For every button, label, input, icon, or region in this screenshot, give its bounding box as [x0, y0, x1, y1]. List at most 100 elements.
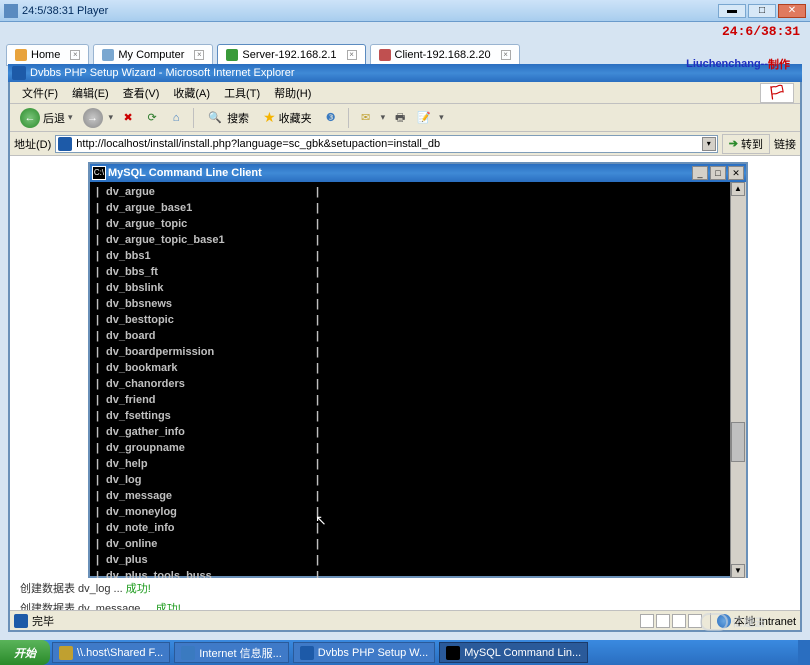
player-titlebar: 24:5/38:31 Player ▬ □ ✕: [0, 0, 810, 22]
menu-favorites[interactable]: 收藏(A): [167, 83, 216, 103]
home-button[interactable]: ⌂: [167, 109, 185, 127]
address-dropdown-icon[interactable]: ▾: [702, 137, 716, 151]
cmd-row: |dv_gather_info|: [96, 424, 724, 440]
mail-button[interactable]: ✉: [357, 109, 375, 127]
cmd-scrollbar[interactable]: ▲ ▼: [730, 182, 746, 578]
status-indicators: [640, 614, 702, 628]
ie-task-icon: [300, 646, 314, 660]
ie-statusbar: 完毕 本地 Intranet: [10, 610, 800, 630]
tab-label: My Computer: [118, 49, 184, 61]
menu-view[interactable]: 查看(V): [117, 83, 166, 103]
status-indicator-icon: [672, 614, 686, 628]
refresh-button[interactable]: ⟳: [143, 109, 161, 127]
player-close-button[interactable]: ✕: [778, 4, 806, 18]
player-max-button[interactable]: □: [748, 4, 776, 18]
menu-tools[interactable]: 工具(T): [218, 83, 266, 103]
cmd-title: MySQL Command Line Client: [108, 167, 690, 179]
cmd-row: |dv_friend|: [96, 392, 724, 408]
tab-close-icon[interactable]: ×: [501, 50, 511, 60]
menu-help[interactable]: 帮助(H): [268, 83, 317, 103]
client-icon: [379, 49, 391, 61]
edit-button[interactable]: 📝: [415, 109, 433, 127]
cmd-max-button[interactable]: □: [710, 166, 726, 180]
scroll-down-icon[interactable]: ▼: [731, 564, 745, 578]
vm-tab-row: Home × My Computer × Server-192.168.2.1 …: [0, 40, 810, 66]
tab-server[interactable]: Server-192.168.2.1 ×: [217, 44, 365, 66]
cmd-row: |dv_bookmark|: [96, 360, 724, 376]
ie-status-text: 完毕: [32, 613, 54, 629]
cmd-row: |dv_argue_base1|: [96, 200, 724, 216]
iis-icon: [181, 646, 195, 660]
folder-icon: [59, 646, 73, 660]
cmd-min-button[interactable]: _: [692, 166, 708, 180]
start-button[interactable]: 开始: [0, 640, 50, 665]
ie-status-icon: [14, 614, 28, 628]
taskbar-item[interactable]: \\.host\Shared F...: [52, 642, 170, 663]
cmd-row: |dv_online|: [96, 536, 724, 552]
history-button[interactable]: ❸: [322, 109, 340, 127]
cmd-row: |dv_plus|: [96, 552, 724, 568]
links-label[interactable]: 链接: [774, 136, 796, 152]
scroll-up-icon[interactable]: ▲: [731, 182, 745, 196]
forward-chevron-icon[interactable]: ▾: [109, 112, 114, 123]
cmd-row: |dv_bbsnews|: [96, 296, 724, 312]
tab-home[interactable]: Home ×: [6, 44, 89, 66]
cmd-titlebar[interactable]: C:\ MySQL Command Line Client _ □ ✕: [90, 164, 746, 182]
mail-chevron-icon[interactable]: ▾: [381, 112, 386, 123]
tab-close-icon[interactable]: ×: [347, 50, 357, 60]
cmd-task-icon: [446, 646, 460, 660]
cmd-row: |dv_plus_tools_buss|: [96, 568, 724, 578]
forward-button[interactable]: →: [83, 108, 103, 128]
cursor-icon: ↖: [315, 512, 327, 529]
menu-file[interactable]: 文件(F): [16, 83, 64, 103]
ie-menu: 文件(F) 编辑(E) 查看(V) 收藏(A) 工具(T) 帮助(H) 🏳: [10, 82, 800, 104]
cmd-row: |dv_argue_topic|: [96, 216, 724, 232]
system-tray[interactable]: [798, 640, 810, 665]
cmd-window: C:\ MySQL Command Line Client _ □ ✕ |dv_…: [88, 162, 748, 578]
cmd-row: |dv_board|: [96, 328, 724, 344]
stop-button[interactable]: ✖: [119, 109, 137, 127]
taskbar-item[interactable]: Dvbbs PHP Setup W...: [293, 642, 435, 663]
tab-label: Server-192.168.2.1: [242, 49, 336, 61]
back-button[interactable]: ←后退▾: [16, 106, 77, 130]
server-icon: [226, 49, 238, 61]
cmd-row: |dv_note_info|: [96, 520, 724, 536]
favorites-button[interactable]: ★收藏夹: [259, 107, 316, 128]
ie-addressbar: 地址(D) ▾ ➔转到 链接: [10, 132, 800, 156]
menu-edit[interactable]: 编辑(E): [66, 83, 115, 103]
search-button[interactable]: 🔍搜索: [202, 107, 253, 129]
cmd-row: |dv_bbslink|: [96, 280, 724, 296]
cmd-row: |dv_help|: [96, 456, 724, 472]
computer-icon: [102, 49, 114, 61]
cmd-row: |dv_argue|: [96, 184, 724, 200]
cmd-output: |dv_argue||dv_argue_base1||dv_argue_topi…: [90, 182, 730, 578]
cmd-row: |dv_log|: [96, 472, 724, 488]
scroll-thumb[interactable]: [731, 422, 745, 462]
edit-chevron-icon[interactable]: ▾: [439, 112, 444, 123]
taskbar-item[interactable]: MySQL Command Lin...: [439, 642, 588, 663]
install-log-line: 创建数据表 dv_message ... 成功!: [20, 600, 181, 610]
cmd-row: |dv_chanorders|: [96, 376, 724, 392]
cmd-row: |dv_fsettings|: [96, 408, 724, 424]
cmd-row: |dv_boardpermission|: [96, 344, 724, 360]
address-input[interactable]: [55, 135, 718, 153]
cmd-icon: C:\: [92, 166, 106, 180]
cmd-row: |dv_bbs1|: [96, 248, 724, 264]
url-page-icon: [58, 137, 72, 151]
tab-close-icon[interactable]: ×: [70, 50, 80, 60]
cmd-row: |dv_message|: [96, 488, 724, 504]
tab-close-icon[interactable]: ×: [194, 50, 204, 60]
install-log-line: 创建数据表 dv_log ... 成功!: [20, 580, 151, 596]
taskbar-item[interactable]: Internet 信息服...: [174, 642, 289, 663]
player-min-button[interactable]: ▬: [718, 4, 746, 18]
cmd-close-button[interactable]: ✕: [728, 166, 744, 180]
tab-label: Home: [31, 49, 60, 61]
cmd-row: |dv_bbs_ft|: [96, 264, 724, 280]
print-button[interactable]: 🖶: [391, 109, 409, 127]
player-title: 24:5/38:31 Player: [22, 5, 718, 17]
ie-title: Dvbbs PHP Setup Wizard - Microsoft Inter…: [30, 67, 295, 79]
tab-mycomputer[interactable]: My Computer ×: [93, 44, 213, 66]
go-button[interactable]: ➔转到: [722, 134, 770, 154]
tab-client[interactable]: Client-192.168.2.20 ×: [370, 44, 520, 66]
watermark: 亿速云: [700, 607, 790, 637]
